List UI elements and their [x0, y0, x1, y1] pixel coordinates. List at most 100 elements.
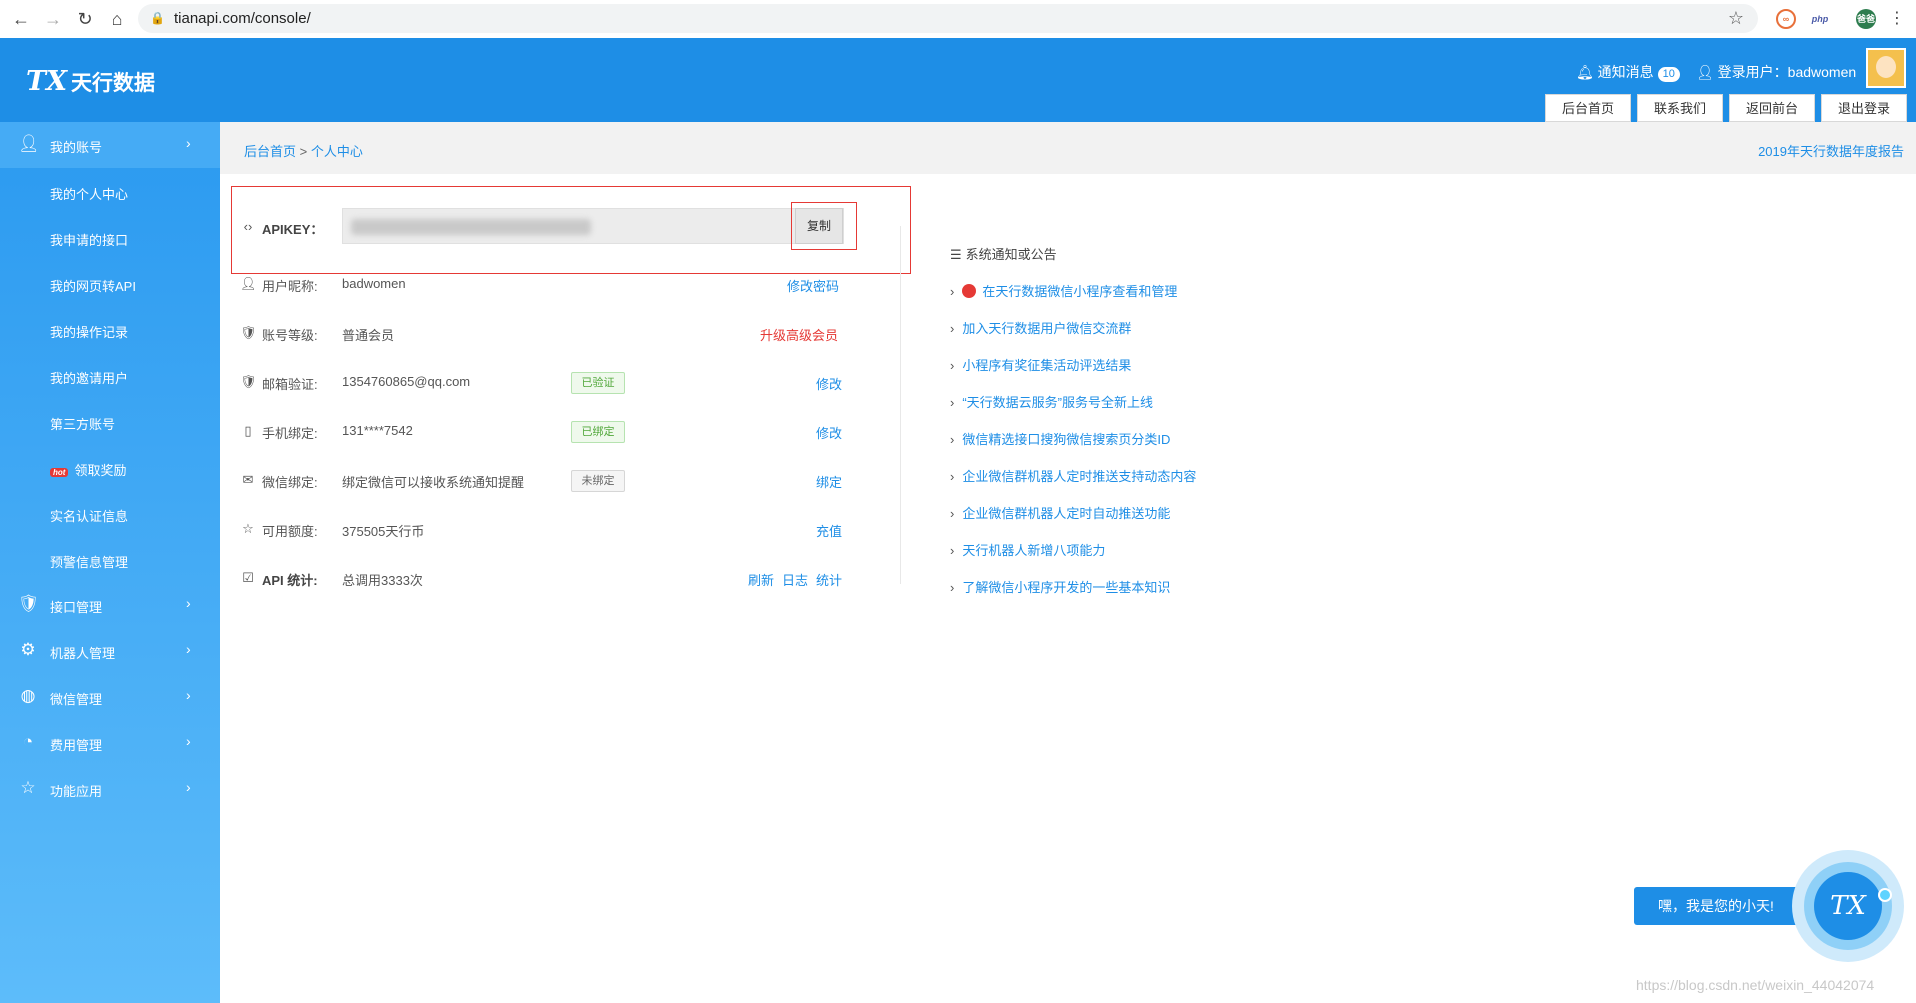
lock-icon: 🔒 [150, 11, 165, 25]
nickname-label: 用户昵称: [262, 279, 318, 294]
top-btn-admin-home[interactable]: 后台首页 [1545, 94, 1631, 122]
star-icon: ☆ [242, 521, 254, 536]
logo-mark: TX [26, 66, 68, 97]
app-header: TX 天行数据 🔔︎ 通知消息 10 👤︎ 登录用户：badwomen 后台首页 联… [0, 38, 1916, 122]
reload-icon[interactable]: ↻ [74, 8, 96, 30]
back-arrow-icon[interactable]: ← [10, 8, 32, 30]
sidebar-sub-realname[interactable]: 实名认证信息 [50, 506, 210, 525]
sidebar-item-wechat[interactable]: ◍ 微信管理 › [0, 674, 220, 720]
site-logo[interactable]: TX 天行数据 [26, 66, 155, 97]
shield-check-icon: 🛡︎ [240, 374, 257, 389]
sidebar-sub-alerts[interactable]: 预警信息管理 [50, 552, 210, 571]
chevron-right-icon: › [950, 543, 955, 558]
chat-assistant-button[interactable]: TX [1792, 850, 1904, 962]
chevron-right-icon: › [950, 321, 955, 336]
wechat-bind-link[interactable]: 绑定 [816, 472, 842, 491]
sidebar-sub-invites[interactable]: 我的邀请用户 [50, 368, 210, 387]
upgrade-link[interactable]: 升级高级会员 [760, 325, 838, 344]
notices-title-text: 系统通知或公告 [965, 247, 1057, 262]
notice-item[interactable]: › 了解微信小程序开发的一些基本知识 [950, 577, 1170, 596]
copy-highlight-box [791, 202, 857, 250]
api-log-link[interactable]: 日志 [782, 570, 808, 589]
address-bar[interactable]: 🔒 tianapi.com/console/ ☆ [138, 4, 1758, 33]
forward-arrow-icon[interactable]: → [42, 8, 64, 30]
notice-text: 天行机器人新增八项能力 [962, 543, 1106, 558]
notice-item[interactable]: › 在天行数据微信小程序查看和管理 [950, 281, 1177, 300]
sidebar-item-account[interactable]: 👤︎ 我的账号 › [0, 122, 220, 168]
chevron-right-icon: › [186, 687, 191, 703]
notify-count-badge: 10 [1657, 67, 1680, 82]
notice-text: 企业微信群机器人定时自动推送功能 [962, 506, 1171, 521]
php-extension-icon[interactable]: php [1810, 9, 1830, 29]
top-btn-front[interactable]: 返回前台 [1729, 94, 1815, 122]
apikey-masked-value [351, 219, 591, 235]
notice-item[interactable]: › 企业微信群机器人定时推送支持动态内容 [950, 466, 1196, 485]
wechat-label: 微信绑定: [262, 475, 318, 490]
email-edit-link[interactable]: 修改 [816, 374, 842, 393]
avatar[interactable] [1866, 48, 1906, 88]
fire-hot-icon [962, 284, 977, 298]
notification-link[interactable]: 🔔︎ 通知消息 10 [1576, 62, 1680, 82]
gauge-icon: ◔ [22, 732, 34, 751]
login-user-label: 登录用户：badwomen [1717, 64, 1857, 80]
sidebar-sub-profile[interactable]: 我的个人中心 [50, 184, 210, 203]
chevron-right-icon: › [186, 641, 191, 657]
sidebar-sub-rewards[interactable]: hot 领取奖励 [50, 460, 210, 479]
user-icon: 👤︎ [1696, 64, 1714, 80]
sidebar-sub-my-apis[interactable]: 我申请的接口 [50, 230, 210, 249]
wechat-value: 绑定微信可以接收系统通知提醒 [342, 475, 525, 490]
list-icon: ☰ [950, 247, 962, 262]
breadcrumb-home[interactable]: 后台首页 [244, 144, 296, 159]
notice-text: 企业微信群机器人定时推送支持动态内容 [962, 469, 1197, 484]
sidebar-sub-third-party[interactable]: 第三方账号 [50, 414, 210, 433]
extension-icon[interactable]: ∞ [1776, 9, 1796, 29]
sidebar-item-features[interactable]: ☆ 功能应用 › [0, 766, 220, 812]
api-refresh-link[interactable]: 刷新 [748, 570, 774, 589]
breadcrumb-separator: > [296, 144, 311, 159]
sidebar-item-label: 微信管理 [50, 692, 103, 707]
user-icon: 👤︎ [18, 134, 40, 153]
top-btn-logout[interactable]: 退出登录 [1821, 94, 1907, 122]
sidebar-item-label: 功能应用 [50, 784, 103, 799]
globe-icon: ◍ [20, 686, 36, 705]
browser-toolbar: ← → ↻ ⌂ 🔒 tianapi.com/console/ ☆ ∞ php 爸… [0, 0, 1916, 39]
notice-item[interactable]: › 微信精选接口搜狗微信搜索页分类ID [950, 429, 1170, 448]
notices-title: ☰ 系统通知或公告 [950, 244, 1057, 263]
profile-avatar-icon[interactable]: 爸爸 [1856, 9, 1876, 29]
chat-orb-ring: TX [1804, 862, 1892, 950]
apikey-field[interactable] [342, 208, 844, 244]
checklist-icon: ☑︎ [242, 570, 254, 585]
phone-icon: ▯ [244, 423, 252, 438]
change-password-link[interactable]: 修改密码 [787, 276, 839, 295]
api-stats-link[interactable]: 统计 [816, 570, 842, 589]
phone-edit-link[interactable]: 修改 [816, 423, 842, 442]
user-icon: 👤︎ [240, 276, 257, 291]
robot-icon: ⚙︎ [20, 640, 36, 659]
api-stats-label: API 统计: [262, 573, 318, 588]
notice-item[interactable]: › 企业微信群机器人定时自动推送功能 [950, 503, 1170, 522]
notice-text: 在天行数据微信小程序查看和管理 [982, 284, 1178, 299]
home-icon[interactable]: ⌂ [106, 8, 128, 30]
sidebar-item-billing[interactable]: ◔ 费用管理 › [0, 720, 220, 766]
notice-item[interactable]: › 小程序有奖征集活动评选结果 [950, 355, 1131, 374]
notice-item[interactable]: › “天行数据云服务”服务号全新上线 [950, 392, 1153, 411]
star-icon: ☆ [20, 778, 36, 797]
sidebar-item-robot[interactable]: ⚙︎ 机器人管理 › [0, 628, 220, 674]
bookmark-star-icon[interactable]: ☆ [1728, 8, 1744, 29]
email-value: 1354760865@qq.com [342, 374, 471, 389]
login-user[interactable]: 👤︎ 登录用户：badwomen [1696, 62, 1856, 82]
annual-report-link[interactable]: 2019年天行数据年度报告 [1758, 141, 1904, 160]
notice-item[interactable]: › 天行机器人新增八项能力 [950, 540, 1105, 559]
sidebar-sub-web-api[interactable]: 我的网页转API [50, 276, 210, 295]
top-btn-contact[interactable]: 联系我们 [1637, 94, 1723, 122]
chevron-right-icon: › [186, 733, 191, 749]
recharge-link[interactable]: 充值 [816, 521, 842, 540]
chat-greeting-bubble[interactable]: 嘿，我是您的小天! [1634, 887, 1798, 925]
notice-text: “天行数据云服务”服务号全新上线 [962, 395, 1154, 410]
shield-icon: 🛡︎ [240, 325, 257, 340]
browser-menu-icon[interactable]: ⋮ [1886, 8, 1908, 30]
sidebar-sub-operation-log[interactable]: 我的操作记录 [50, 322, 210, 341]
sidebar-item-api-manage[interactable]: 🛡︎ 接口管理 › [0, 582, 220, 628]
logo-text: 天行数据 [71, 72, 156, 95]
notice-item[interactable]: › 加入天行数据用户微信交流群 [950, 318, 1131, 337]
